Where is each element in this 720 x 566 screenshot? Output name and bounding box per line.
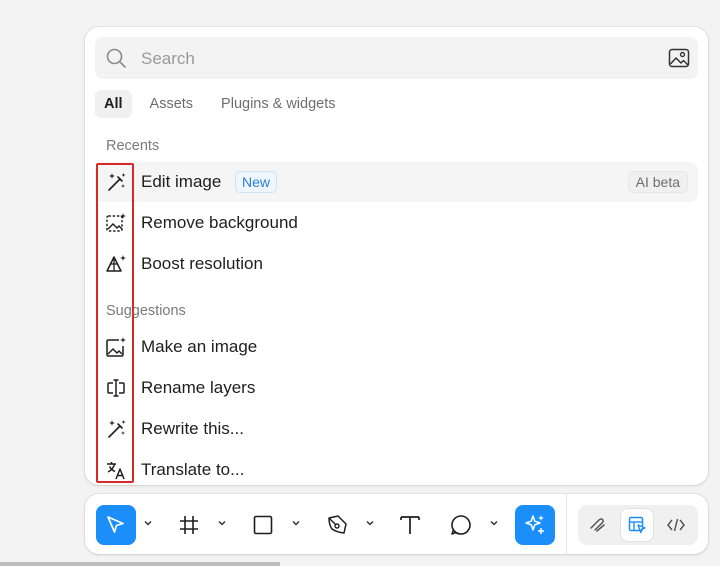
new-badge: New <box>235 171 278 193</box>
search-input[interactable] <box>139 45 643 73</box>
ai-beta-tag: AI beta <box>627 171 688 193</box>
action-label: Boost resolution <box>141 254 263 273</box>
action-rename-layers[interactable]: Rename layers <box>95 368 698 408</box>
design-mode-button[interactable] <box>621 509 653 541</box>
actions-panel: All Assets Plugins & widgets Recents Edi… <box>85 27 708 485</box>
text-icon <box>399 514 421 536</box>
tab-assets[interactable]: Assets <box>140 90 204 118</box>
chevron-down-icon[interactable] <box>142 517 154 529</box>
tab-all[interactable]: All <box>95 90 132 118</box>
pen-tool-button[interactable] <box>317 505 357 545</box>
rectangle-tool-button[interactable] <box>243 505 283 545</box>
frame-icon <box>178 514 200 536</box>
search-bar[interactable] <box>95 37 698 79</box>
chevron-down-icon[interactable] <box>290 517 302 529</box>
action-make-an-image[interactable]: Make an image <box>95 327 698 367</box>
comment-icon <box>450 514 472 536</box>
toolbar-divider <box>566 494 567 554</box>
action-label: Make an image <box>141 337 258 356</box>
recents-heading: Recents <box>106 138 160 154</box>
action-label: Translate to... <box>141 460 245 479</box>
cursor-icon <box>105 514 127 536</box>
search-icon <box>105 47 127 69</box>
action-label: Remove background <box>141 213 298 232</box>
action-edit-image[interactable]: Edit image New AI beta <box>95 162 698 202</box>
action-boost-resolution[interactable]: Boost resolution <box>95 244 698 284</box>
mode-switcher <box>578 505 698 545</box>
action-label: Rewrite this... <box>141 419 244 438</box>
text-tool-button[interactable] <box>390 505 430 545</box>
dev-mode-button[interactable] <box>660 509 692 541</box>
chevron-down-icon[interactable] <box>364 517 376 529</box>
icon-highlight-box <box>96 163 134 483</box>
pen-icon <box>326 514 348 536</box>
design-mode-icon <box>627 515 647 535</box>
frame-tool-button[interactable] <box>169 505 209 545</box>
comment-tool-button[interactable] <box>441 505 481 545</box>
draw-mode-button[interactable] <box>582 509 614 541</box>
image-search-icon[interactable] <box>666 45 692 71</box>
chevron-down-icon[interactable] <box>488 517 500 529</box>
horizontal-scrollbar[interactable] <box>0 562 280 566</box>
draw-icon <box>588 515 608 535</box>
action-translate-to[interactable]: Translate to... <box>95 450 698 485</box>
action-label: Rename layers <box>141 378 256 397</box>
ai-actions-button[interactable] <box>515 505 555 545</box>
code-icon <box>666 515 686 535</box>
bottom-toolbar <box>85 494 708 554</box>
action-rewrite-this[interactable]: Rewrite this... <box>95 409 698 449</box>
chevron-down-icon[interactable] <box>216 517 228 529</box>
move-tool-button[interactable] <box>96 505 136 545</box>
filter-tabs: All Assets Plugins & widgets <box>95 89 354 119</box>
tab-plugins-widgets[interactable]: Plugins & widgets <box>211 90 345 118</box>
action-remove-background[interactable]: Remove background <box>95 203 698 243</box>
sparkle-icon <box>523 513 547 537</box>
rectangle-icon <box>252 514 274 536</box>
action-label: Edit image <box>141 172 222 191</box>
